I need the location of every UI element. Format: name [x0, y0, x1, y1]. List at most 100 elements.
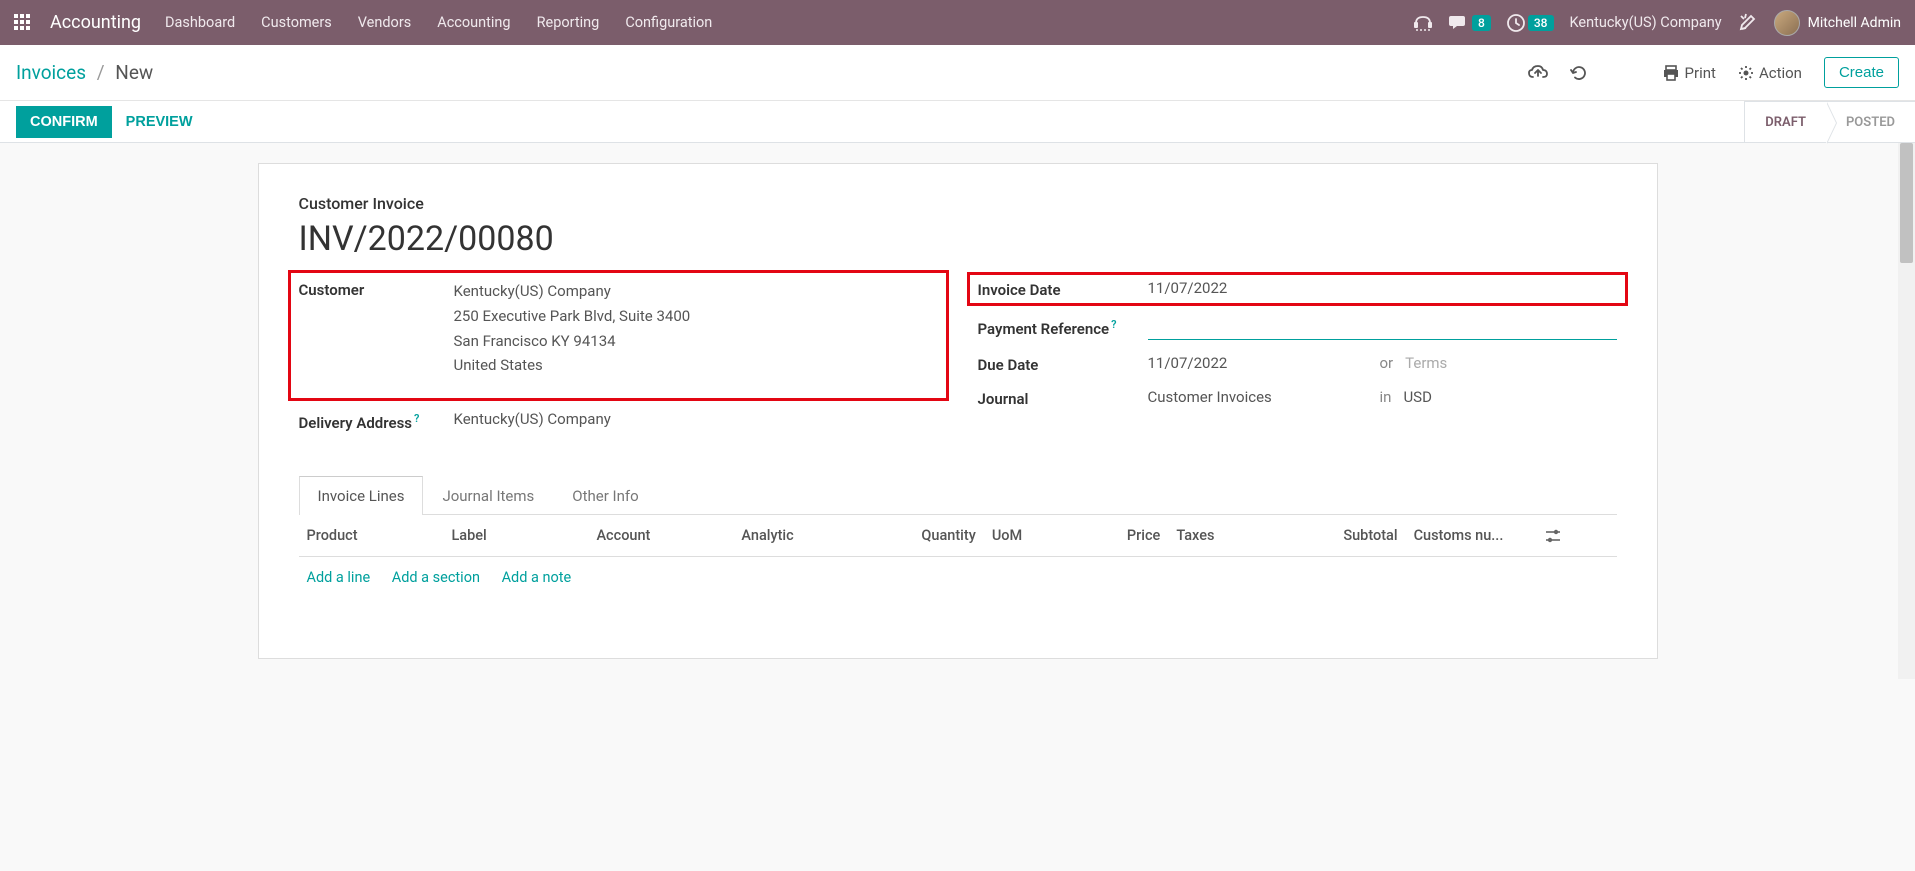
- discard-icon[interactable]: [1570, 64, 1588, 82]
- column-settings-icon[interactable]: [1545, 529, 1608, 543]
- print-button[interactable]: Print: [1662, 64, 1716, 82]
- help-icon[interactable]: ?: [414, 412, 419, 425]
- value-payment-ref: [1148, 316, 1617, 340]
- th-analytic[interactable]: Analytic: [733, 515, 891, 557]
- payment-ref-input[interactable]: [1148, 316, 1617, 340]
- th-product[interactable]: Product: [299, 515, 444, 557]
- row-customer: Customer Kentucky(US) Company 250 Execut…: [299, 279, 938, 378]
- debug-icon[interactable]: [1738, 13, 1758, 33]
- table-add-row: Add a line Add a section Add a note: [299, 557, 1617, 599]
- terms-placeholder[interactable]: Terms: [1405, 354, 1447, 372]
- table-header-row: Product Label Account Analytic Quantity …: [299, 515, 1617, 557]
- app-name[interactable]: Accounting: [50, 12, 141, 33]
- currency-value[interactable]: USD: [1403, 388, 1431, 406]
- status-posted[interactable]: POSTED: [1826, 102, 1915, 142]
- label-in: in: [1380, 388, 1392, 406]
- journal-value[interactable]: Customer Invoices: [1148, 388, 1298, 406]
- doc-type: Customer Invoice: [299, 194, 1617, 213]
- breadcrumb-current: New: [115, 61, 153, 84]
- status-bar: CONFIRM PREVIEW DRAFT POSTED: [0, 101, 1915, 143]
- value-delivery[interactable]: Kentucky(US) Company: [454, 410, 938, 428]
- breadcrumb-separator: /: [97, 61, 105, 84]
- form-grid: Customer Kentucky(US) Company 250 Execut…: [299, 279, 1617, 446]
- th-uom[interactable]: UoM: [984, 515, 1089, 557]
- nav-vendors[interactable]: Vendors: [358, 14, 411, 31]
- tab-journal-items[interactable]: Journal Items: [423, 476, 553, 515]
- form-col-right: Invoice Date 11/07/2022 Payment Referenc…: [978, 279, 1617, 446]
- customer-street: 250 Executive Park Blvd, Suite 3400: [454, 304, 938, 329]
- th-account[interactable]: Account: [588, 515, 733, 557]
- customer-highlight: Customer Kentucky(US) Company 250 Execut…: [288, 270, 949, 401]
- invoice-date-highlight: Invoice Date 11/07/2022: [967, 272, 1628, 306]
- breadcrumb-root[interactable]: Invoices: [16, 61, 86, 84]
- vertical-scrollbar[interactable]: [1898, 143, 1915, 679]
- cloud-save-icon[interactable]: [1528, 65, 1548, 81]
- user-name: Mitchell Admin: [1808, 15, 1901, 31]
- row-due-date: Due Date 11/07/2022 or Terms: [978, 354, 1617, 374]
- user-menu[interactable]: Mitchell Admin: [1774, 10, 1901, 36]
- th-label[interactable]: Label: [443, 515, 588, 557]
- action-label: Action: [1759, 64, 1802, 82]
- value-invoice-date[interactable]: 11/07/2022: [1148, 279, 1617, 297]
- action-button[interactable]: Action: [1738, 64, 1802, 82]
- label-invoice-date: Invoice Date: [978, 279, 1148, 299]
- nav-reporting[interactable]: Reporting: [537, 14, 600, 31]
- th-settings: [1537, 515, 1616, 557]
- nav-accounting[interactable]: Accounting: [437, 14, 510, 31]
- scrollbar-thumb[interactable]: [1900, 143, 1913, 263]
- line-table: Product Label Account Analytic Quantity …: [299, 515, 1617, 598]
- label-due-date: Due Date: [978, 354, 1148, 374]
- nav-dashboard[interactable]: Dashboard: [165, 14, 235, 31]
- help-icon[interactable]: ?: [1111, 318, 1116, 331]
- value-due-date: 11/07/2022 or Terms: [1148, 354, 1617, 372]
- th-subtotal[interactable]: Subtotal: [1300, 515, 1405, 557]
- action-bar: Print Action Create: [1528, 57, 1899, 88]
- messages-icon[interactable]: 8: [1449, 14, 1491, 32]
- avatar: [1774, 10, 1800, 36]
- activities-badge: 38: [1528, 15, 1554, 31]
- th-customs[interactable]: Customs nu...: [1406, 515, 1538, 557]
- row-invoice-date: Invoice Date 11/07/2022: [978, 279, 1617, 299]
- value-customer[interactable]: Kentucky(US) Company 250 Executive Park …: [454, 279, 938, 378]
- customer-name: Kentucky(US) Company: [454, 279, 938, 304]
- th-price[interactable]: Price: [1089, 515, 1168, 557]
- label-delivery: Delivery Address?: [299, 410, 454, 432]
- support-icon[interactable]: [1413, 14, 1433, 32]
- nav-configuration[interactable]: Configuration: [625, 14, 712, 31]
- label-or: or: [1380, 354, 1394, 372]
- due-date-value[interactable]: 11/07/2022: [1148, 354, 1298, 372]
- create-button[interactable]: Create: [1824, 57, 1899, 88]
- apps-icon[interactable]: [14, 14, 32, 32]
- nav-menu: Dashboard Customers Vendors Accounting R…: [165, 14, 712, 31]
- add-section-link[interactable]: Add a section: [392, 569, 480, 586]
- company-selector[interactable]: Kentucky(US) Company: [1570, 14, 1722, 31]
- sheet-container: Customer Invoice INV/2022/00080 Customer…: [0, 143, 1915, 679]
- label-customer: Customer: [299, 279, 454, 299]
- top-nav: Accounting Dashboard Customers Vendors A…: [0, 0, 1915, 45]
- breadcrumb-bar: Invoices / New Print Action Create: [0, 45, 1915, 101]
- doc-title: INV/2022/00080: [299, 219, 1617, 259]
- customer-country: United States: [454, 353, 938, 378]
- preview-button[interactable]: PREVIEW: [112, 106, 207, 138]
- row-payment-ref: Payment Reference?: [978, 316, 1617, 340]
- label-payment-ref: Payment Reference?: [978, 316, 1148, 338]
- form-col-left: Customer Kentucky(US) Company 250 Execut…: [299, 279, 938, 446]
- print-label: Print: [1685, 64, 1716, 82]
- confirm-button[interactable]: CONFIRM: [16, 106, 112, 138]
- th-taxes[interactable]: Taxes: [1168, 515, 1300, 557]
- customer-city: San Francisco KY 94134: [454, 329, 938, 354]
- add-note-link[interactable]: Add a note: [502, 569, 572, 586]
- activities-icon[interactable]: 38: [1507, 14, 1554, 32]
- tab-invoice-lines[interactable]: Invoice Lines: [299, 476, 424, 515]
- row-delivery: Delivery Address? Kentucky(US) Company: [299, 410, 938, 432]
- th-quantity[interactable]: Quantity: [892, 515, 984, 557]
- add-line-link[interactable]: Add a line: [307, 569, 371, 586]
- status-steps: DRAFT POSTED: [1744, 101, 1915, 142]
- label-journal: Journal: [978, 388, 1148, 408]
- nav-right: 8 38 Kentucky(US) Company Mitchell Admin: [1413, 10, 1901, 36]
- value-journal: Customer Invoices in USD: [1148, 388, 1617, 406]
- breadcrumb: Invoices / New: [16, 61, 153, 84]
- status-draft[interactable]: DRAFT: [1745, 102, 1826, 142]
- tab-other-info[interactable]: Other Info: [553, 476, 657, 515]
- nav-customers[interactable]: Customers: [261, 14, 332, 31]
